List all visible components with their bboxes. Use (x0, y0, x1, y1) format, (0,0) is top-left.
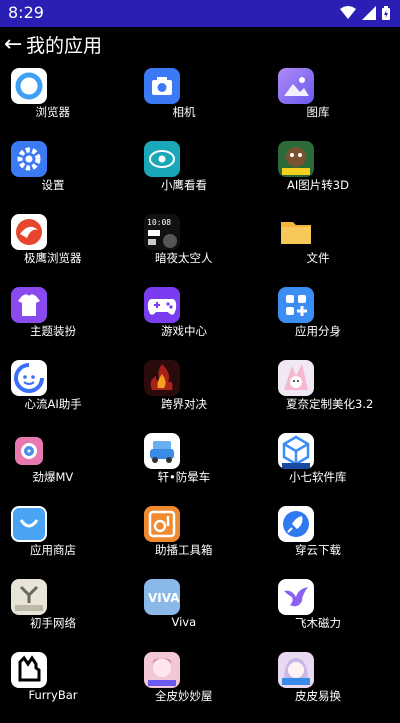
app-label: AI图片转3D (287, 178, 349, 192)
app-item[interactable]: 小七软件库 (278, 431, 400, 504)
app-item[interactable]: 相机 (144, 66, 277, 139)
app-item[interactable]: 皮皮易换 (278, 650, 400, 723)
rocket-icon (278, 506, 314, 542)
network-logo-icon (11, 579, 47, 615)
pink-anime-icon (144, 652, 180, 688)
back-arrow-icon[interactable]: ← (4, 31, 22, 59)
status-icons (340, 5, 390, 24)
app-label: 劲爆MV (32, 470, 74, 484)
app-label: FurryBar (28, 688, 78, 702)
eagle-browser-icon (11, 214, 47, 250)
camera-icon (144, 68, 180, 104)
app-label: 全皮妙妙屋 (155, 689, 213, 703)
theme-tshirt-icon (11, 287, 47, 323)
bird-icon (278, 579, 314, 615)
astronaut-watchface-icon: 10:08 (144, 214, 180, 250)
app-item[interactable]: VIVA Viva (144, 577, 277, 650)
app-label: 轩•防晕车 (157, 470, 211, 484)
app-label: 初手网络 (30, 616, 76, 630)
gear-icon (11, 141, 47, 177)
app-item[interactable]: 小鹰看看 (144, 139, 277, 212)
game-fire-icon (144, 360, 180, 396)
app-label: 心流AI助手 (24, 397, 82, 411)
app-item[interactable]: 轩•防晕车 (144, 431, 277, 504)
app-label: 穿云下载 (295, 543, 341, 557)
app-label: 夏奈定制美化3.2 (286, 397, 374, 411)
app-label: 设置 (41, 178, 65, 192)
gallery-icon (278, 68, 314, 104)
app-store-icon (11, 506, 47, 542)
toolbox-icon (144, 506, 180, 542)
app-item[interactable]: 主题装扮 (11, 285, 144, 358)
svg-text:VIVA: VIVA (148, 591, 180, 605)
app-item[interactable]: 助播工具箱 (144, 504, 277, 577)
app-item[interactable]: 应用分身 (278, 285, 400, 358)
battery-icon (382, 5, 390, 24)
wifi-icon (340, 5, 356, 24)
app-label: 应用商店 (30, 543, 76, 557)
ai-3d-icon (278, 141, 314, 177)
app-item[interactable]: 10:08 暗夜太空人 (144, 212, 277, 285)
app-label: 暗夜太空人 (155, 251, 213, 265)
app-label: 浏览器 (35, 105, 71, 119)
signal-icon (362, 5, 376, 24)
viva-icon: VIVA (144, 579, 180, 615)
cube-store-icon (278, 433, 314, 469)
app-label: 游戏中心 (161, 324, 207, 338)
app-item[interactable]: 极鹰浏览器 (11, 212, 144, 285)
app-label: 应用分身 (295, 324, 341, 338)
app-item[interactable]: 游戏中心 (144, 285, 277, 358)
page-title: 我的应用 (26, 35, 103, 57)
folder-icon (278, 214, 314, 250)
eagle-eye-icon (144, 141, 180, 177)
app-label: 皮皮易换 (295, 689, 341, 703)
furrybar-icon (11, 652, 47, 688)
app-item[interactable]: 夏奈定制美化3.2 (278, 358, 400, 431)
anime-girl-icon (278, 652, 314, 688)
anime-theme-icon (278, 360, 314, 396)
app-label: 小七软件库 (289, 470, 347, 484)
app-item[interactable]: 图库 (278, 66, 400, 139)
app-item[interactable]: 全皮妙妙屋 (144, 650, 277, 723)
app-item[interactable]: 跨界对决 (144, 358, 277, 431)
app-item[interactable]: 文件 (278, 212, 400, 285)
app-label: 主题装扮 (30, 324, 76, 338)
app-item[interactable]: AI图片转3D (278, 139, 400, 212)
app-label: 小鹰看看 (161, 178, 207, 192)
mv-icon (11, 433, 47, 469)
app-clone-icon (278, 287, 314, 323)
status-time: 8:29 (8, 3, 44, 22)
ai-assistant-icon (11, 360, 47, 396)
status-bar: 8:29 (0, 0, 400, 27)
car-icon (144, 433, 180, 469)
app-label: 跨界对决 (161, 397, 207, 411)
app-item[interactable]: 劲爆MV (11, 431, 144, 504)
app-item[interactable]: 穿云下载 (278, 504, 400, 577)
app-item[interactable]: 设置 (11, 139, 144, 212)
app-label: 飞木磁力 (295, 616, 341, 630)
app-label: 相机 (172, 105, 196, 119)
svg-text:10:08: 10:08 (147, 218, 171, 227)
app-item[interactable]: FurryBar (11, 650, 144, 723)
app-label: Viva (171, 615, 197, 629)
app-label: 图库 (306, 105, 330, 119)
app-item[interactable]: 浏览器 (11, 66, 144, 139)
gamepad-icon (144, 287, 180, 323)
app-item[interactable]: 初手网络 (11, 577, 144, 650)
app-header: ← 我的应用 (0, 27, 400, 65)
app-label: 助播工具箱 (155, 543, 213, 557)
app-label: 文件 (306, 251, 330, 265)
app-label: 极鹰浏览器 (24, 251, 82, 265)
app-item[interactable]: 心流AI助手 (11, 358, 144, 431)
app-item[interactable]: 应用商店 (11, 504, 144, 577)
browser-icon (11, 68, 47, 104)
app-item[interactable]: 飞木磁力 (278, 577, 400, 650)
